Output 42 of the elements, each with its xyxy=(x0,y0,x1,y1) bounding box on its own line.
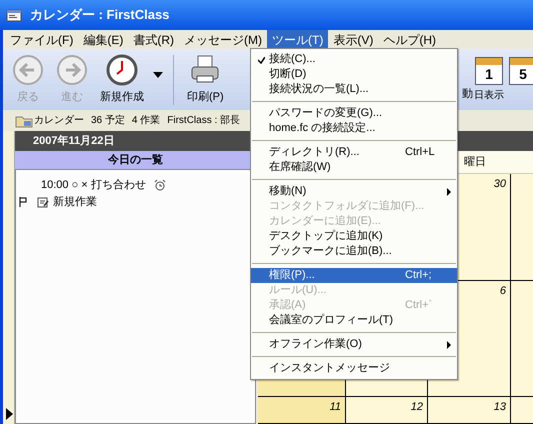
flag-icon xyxy=(19,197,27,207)
menu-entry[interactable]: パスワードの変更(G)... xyxy=(251,106,457,121)
menu-entry[interactable]: 切断(D) xyxy=(251,67,457,82)
calendar-cell[interactable]: 13 xyxy=(428,397,511,424)
menu-item[interactable]: ファイル(F) xyxy=(5,30,78,49)
menu-entry[interactable]: 接続状況の一覧(L)... xyxy=(251,82,457,97)
day-number: 30 xyxy=(494,177,506,192)
toolbar-button[interactable]: 印刷(P) xyxy=(184,54,227,106)
toolbar-label: 動 xyxy=(462,87,473,102)
menu-item[interactable]: 表示(V) xyxy=(328,30,378,49)
task-text[interactable]: 新規作業 xyxy=(53,194,97,210)
window-title: カレンダー : FirstClass xyxy=(30,6,170,24)
caret-icon xyxy=(153,72,163,78)
task-note-icon xyxy=(37,196,49,208)
day-number: 13 xyxy=(494,400,506,415)
calendar-cell[interactable]: 11 xyxy=(258,397,346,424)
toolbar-button[interactable]: 1 日表示 xyxy=(473,56,505,102)
folder-icon xyxy=(15,114,33,128)
day-number: 12 xyxy=(410,400,423,415)
task-count: 4 作業 xyxy=(132,114,160,128)
pointer-arrow-icon xyxy=(6,408,13,420)
menu-item[interactable]: ツール(T) xyxy=(267,30,328,49)
menu-item[interactable]: メッセージ(M) xyxy=(179,30,267,49)
calendar-cell[interactable]: 12 xyxy=(346,397,428,424)
folder-label: カレンダー xyxy=(34,114,84,128)
day-number: 11 xyxy=(330,400,341,415)
day-number: 6 xyxy=(500,284,506,299)
menu-item[interactable]: ヘルプ(H) xyxy=(378,30,441,49)
check-icon xyxy=(258,57,265,64)
event-count: 36 予定 xyxy=(91,114,125,128)
alarm-clock-icon xyxy=(154,179,166,191)
toolbar-button[interactable]: 新規作成 xyxy=(97,54,147,106)
event-text[interactable]: 10:00 ○ × 打ち合わせ xyxy=(41,176,146,194)
menu-entry[interactable]: 権限(P)... Ctrl+; xyxy=(251,268,457,283)
calendar-icon: 1 xyxy=(475,56,503,84)
clock-icon xyxy=(106,54,138,86)
folder-path: FirstClass : 部長 xyxy=(167,114,240,128)
weekday-header: 曜日 xyxy=(464,154,486,170)
menu-item[interactable]: 書式(R) xyxy=(128,30,179,49)
menu-entry[interactable]: 接続(C)... xyxy=(251,52,457,67)
menu-item[interactable]: 編集(E) xyxy=(78,30,128,49)
window-icon xyxy=(6,8,22,22)
